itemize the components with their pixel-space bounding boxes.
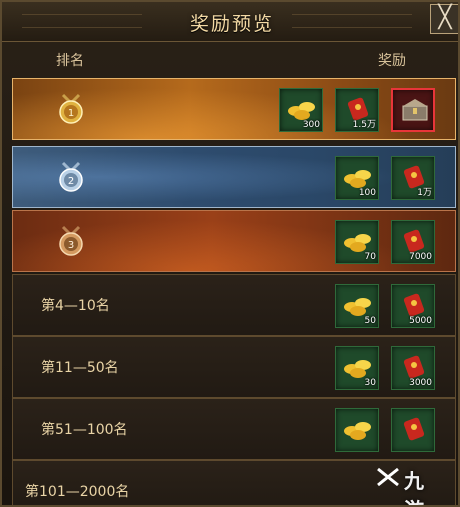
treasure-chest-icon xyxy=(402,99,428,121)
reward-item[interactable] xyxy=(335,408,379,452)
rank-row-51-100: 第51—100名 xyxy=(12,398,456,460)
reward-item[interactable]: 3000 xyxy=(391,346,435,390)
gold-medal-1-icon: 1 xyxy=(59,93,83,124)
gold-ingot-icon xyxy=(344,234,371,252)
watermark-text: 九游 xyxy=(404,469,425,505)
rank-column-header: 排名 xyxy=(56,53,84,69)
red-envelope-icon xyxy=(403,355,425,379)
reward-item[interactable]: 300 xyxy=(279,88,323,132)
reward-item[interactable] xyxy=(391,408,435,452)
watermark-logo-icon xyxy=(377,467,399,487)
reward-item[interactable]: 100 xyxy=(335,156,379,200)
title-bar: 奖励预览 ╳ xyxy=(2,2,458,42)
gold-ingot-icon xyxy=(344,298,371,316)
reward-item[interactable]: 1万 xyxy=(391,156,435,200)
close-button[interactable]: ╳ xyxy=(430,4,458,34)
dialog-title: 奖励预览 xyxy=(189,13,274,35)
rank-range-label: 第4—10名 xyxy=(41,298,110,314)
reward-preview-dialog: 奖励预览 ╳ 排名 奖励 1 300 1.5万 2 100 1万 3 70 70… xyxy=(0,0,460,507)
svg-text:3: 3 xyxy=(68,240,74,251)
gold-ingot-icon xyxy=(344,422,371,440)
reward-item[interactable]: 50 xyxy=(335,284,379,328)
rank-row-3: 3 70 7000 xyxy=(12,210,456,272)
item-count: 50 xyxy=(364,316,376,326)
red-envelope-icon xyxy=(403,293,425,317)
rank-range-label: 第11—50名 xyxy=(41,360,119,376)
red-envelope-icon xyxy=(403,229,425,253)
rank-row-1: 1 300 1.5万 xyxy=(12,78,456,140)
rank-range-label: 第101—2000名 xyxy=(25,484,130,500)
site-watermark: 九游 xyxy=(374,461,444,505)
rank-row-2: 2 100 1万 xyxy=(12,146,456,208)
item-count: 3000 xyxy=(409,378,432,388)
reward-item[interactable]: 1.5万 xyxy=(335,88,379,132)
reward-item[interactable]: 7000 xyxy=(391,220,435,264)
item-count: 7000 xyxy=(409,252,432,262)
reward-item[interactable]: 5000 xyxy=(391,284,435,328)
item-count: 70 xyxy=(364,252,376,262)
svg-text:2: 2 xyxy=(68,176,74,187)
red-envelope-icon xyxy=(403,417,425,441)
item-count: 1.5万 xyxy=(352,120,376,130)
item-count: 100 xyxy=(358,188,376,198)
gold-ingot-icon xyxy=(344,360,371,378)
reward-item[interactable]: 70 xyxy=(335,220,379,264)
item-count: 30 xyxy=(364,378,376,388)
svg-text:1: 1 xyxy=(68,108,74,119)
rank-row-11-50: 第11—50名 30 3000 xyxy=(12,336,456,398)
gold-ingot-icon xyxy=(344,170,371,188)
reward-column-header: 奖励 xyxy=(378,53,406,69)
rank-row-4-10: 第4—10名 50 5000 xyxy=(12,274,456,336)
reward-item-rare[interactable] xyxy=(391,88,435,132)
bronze-medal-3-icon: 3 xyxy=(59,225,83,256)
item-count: 5000 xyxy=(409,316,432,326)
item-count: 1万 xyxy=(417,188,432,198)
gold-ingot-icon xyxy=(288,102,315,120)
rank-range-label: 第51—100名 xyxy=(41,422,128,438)
reward-item[interactable]: 30 xyxy=(335,346,379,390)
silver-medal-2-icon: 2 xyxy=(59,161,83,192)
item-count: 300 xyxy=(302,120,320,130)
